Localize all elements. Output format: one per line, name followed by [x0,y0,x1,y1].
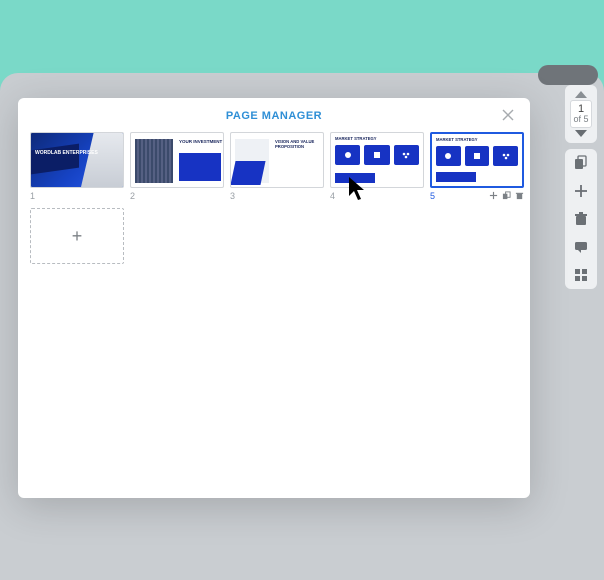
slide-4-title: MARKET STRATEGY [335,136,377,141]
slides-row: WORDLAB ENTERPRISES 1 YOUR INVESTMENT 2 … [30,132,518,202]
cursor-icon [348,176,368,202]
slide-number: 2 [130,191,135,201]
slide-item[interactable]: VISION AND VALUE PROPOSITION 3 [230,132,324,202]
page-up-button[interactable] [575,91,587,98]
notes-button[interactable] [573,239,589,255]
grid-view-button[interactable] [573,267,589,283]
slide-5-title: MARKET STRATEGY [436,137,478,142]
side-toolbar: 1 of 5 [564,85,598,289]
add-page-button[interactable] [573,183,589,199]
duplicate-slide-icon[interactable] [502,187,511,205]
total-pages: of 5 [571,115,591,125]
modal-title: PAGE MANAGER [30,110,518,122]
slide-2-title: YOUR INVESTMENT [179,139,222,144]
slide-number: 4 [330,191,335,201]
slide-thumb-2[interactable]: YOUR INVESTMENT [130,132,224,188]
slide-1-title: WORDLAB ENTERPRISES [35,151,98,157]
page-down-button[interactable] [575,130,587,137]
slide-item[interactable]: WORDLAB ENTERPRISES 1 [30,132,124,202]
close-button[interactable] [502,108,518,124]
page-indicator[interactable]: 1 of 5 [570,100,592,128]
slide-item[interactable]: MARKET STRATEGY 4 [330,132,424,202]
slide-number: 1 [30,191,35,201]
delete-slide-icon[interactable] [515,187,524,205]
page-tools [565,149,597,289]
close-icon [502,109,514,121]
slide-item[interactable]: MARKET STRATEGY 5 [430,132,524,202]
slide-number: 3 [230,191,235,201]
slide-thumb-4[interactable]: MARKET STRATEGY [330,132,424,188]
page-manager-modal: PAGE MANAGER WORDLAB ENTERPRISES 1 YOUR … [18,98,530,498]
slide-3-title: VISION AND VALUE PROPOSITION [275,139,323,149]
slide-thumb-1[interactable]: WORDLAB ENTERPRISES [30,132,124,188]
page-navigator: 1 of 5 [565,85,597,143]
delete-page-button[interactable] [573,211,589,227]
slide-thumb-3[interactable]: VISION AND VALUE PROPOSITION [230,132,324,188]
slide-item[interactable]: YOUR INVESTMENT 2 [130,132,224,202]
duplicate-page-button[interactable] [573,155,589,171]
plus-icon: + [72,226,83,247]
top-pill [538,65,598,85]
add-slide-icon[interactable] [489,187,498,205]
slide-number: 5 [430,191,435,201]
slide-actions [489,187,524,205]
add-slide-tile[interactable]: + [30,208,124,264]
slide-thumb-5[interactable]: MARKET STRATEGY [430,132,524,188]
